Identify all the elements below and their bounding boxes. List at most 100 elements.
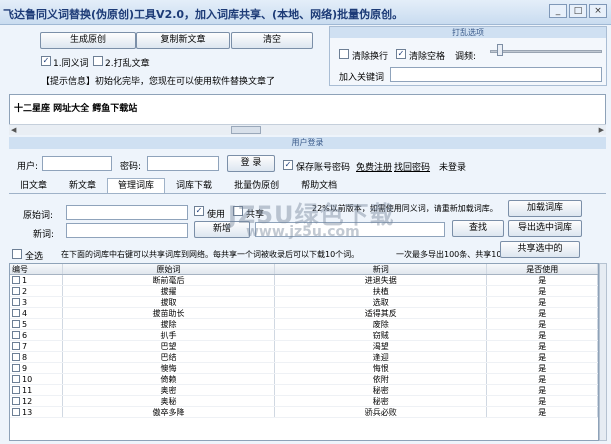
row-id-cell: 10	[10, 374, 63, 384]
table-row[interactable]: 9 懊悔 悔恨是	[10, 363, 598, 374]
user-label: 用户:	[17, 162, 39, 172]
row-new-word: 扶植	[275, 286, 488, 296]
row-checkbox[interactable]	[12, 353, 20, 361]
scroll-left-icon[interactable]: ◀	[11, 126, 16, 134]
table-row[interactable]: 10 倚赖 依附是	[10, 374, 598, 385]
user-input[interactable]	[42, 156, 112, 171]
register-link[interactable]: 免费注册	[356, 160, 392, 173]
save-password-checkbox[interactable]: ✓	[283, 160, 293, 170]
row-id-cell: 6	[10, 330, 63, 340]
table-row[interactable]: 1 断前毫后 进退失据是	[10, 275, 598, 286]
row-original-word: 断前毫后	[63, 275, 276, 285]
table-row[interactable]: 8 巴结 逢迎是	[10, 352, 598, 363]
row-id-cell: 2	[10, 286, 63, 296]
table-row[interactable]: 3 拔取 选取是	[10, 297, 598, 308]
title-bar: 飞达鲁同义词替换(伪原创)工具V2.0，加入词库共享、(本地、网络)批量伪原创。…	[0, 0, 611, 25]
row-checkbox[interactable]	[12, 386, 20, 394]
synonym-checkbox[interactable]: ✓	[41, 56, 51, 66]
shuffle-checkbox[interactable]	[93, 56, 103, 66]
row-checkbox[interactable]	[12, 397, 20, 405]
col-original-header[interactable]: 原始词	[63, 264, 276, 274]
login-button[interactable]: 登 录	[227, 155, 275, 172]
row-id-cell: 8	[10, 352, 63, 362]
original-word-input[interactable]	[66, 205, 188, 220]
synonym-label: 1.同义词	[53, 59, 89, 69]
row-id: 2	[22, 287, 28, 296]
remove-space-label: 清除空格	[409, 52, 446, 62]
horizontal-scrollbar[interactable]: ◀ ▶	[9, 124, 606, 135]
row-checkbox[interactable]	[12, 331, 20, 339]
info-text: 【提示信息】初始化完毕，您现在可以使用软件替换文章了	[41, 77, 276, 87]
table-row[interactable]: 13 傲卒多降 骄兵必败是	[10, 407, 598, 418]
row-id: 5	[22, 320, 28, 329]
vertical-scrollbar[interactable]	[599, 263, 607, 441]
row-new-word: 选取	[275, 297, 488, 307]
row-checkbox[interactable]	[12, 342, 20, 350]
table-row[interactable]: 12 奥秘 秘密是	[10, 396, 598, 407]
row-checkbox[interactable]	[12, 375, 20, 383]
remove-newline-checkbox[interactable]	[339, 49, 349, 59]
copy-article-button[interactable]: 复制新文章	[136, 32, 230, 49]
row-original-word: 拔苗助长	[63, 308, 276, 318]
find-button[interactable]: 查找	[452, 220, 504, 237]
export-selected-button[interactable]: 导出选中词库	[508, 220, 582, 237]
share-selected-button[interactable]: 共享选中的	[500, 241, 580, 258]
row-original-word: 傲卒多降	[63, 407, 276, 417]
row-checkbox[interactable]	[12, 287, 20, 295]
minimize-button[interactable]: _	[549, 4, 567, 18]
col-used-header[interactable]: 是否使用	[487, 264, 598, 274]
frequency-slider-thumb[interactable]	[497, 44, 503, 56]
row-id: 11	[22, 386, 33, 395]
tab-manage-library[interactable]: 管理词库	[107, 178, 166, 193]
row-used: 是	[487, 396, 598, 406]
row-used: 是	[487, 374, 598, 384]
shuffle-label: 2.打乱文章	[105, 59, 150, 69]
row-checkbox[interactable]	[12, 298, 20, 306]
row-id: 12	[22, 397, 33, 406]
scroll-right-icon[interactable]: ▶	[599, 126, 604, 134]
table-row[interactable]: 4 拔苗助长 适得其反是	[10, 308, 598, 319]
row-new-word: 悔恨	[275, 363, 488, 373]
row-used: 是	[487, 352, 598, 362]
col-new-header[interactable]: 新词	[275, 264, 488, 274]
remove-newline-label: 清除换行	[352, 52, 389, 62]
tab-batch-rewrite[interactable]: 批量伪原创	[223, 178, 290, 193]
tab-old-article[interactable]: 旧文章	[9, 178, 58, 193]
new-word-input[interactable]	[66, 223, 188, 238]
load-library-button[interactable]: 加载词库	[508, 200, 582, 217]
remove-space-checkbox[interactable]: ✓	[396, 49, 406, 59]
table-row[interactable]: 7 巴望 渴望是	[10, 341, 598, 352]
table-row[interactable]: 6 扒手 窃贼是	[10, 330, 598, 341]
use-checkbox[interactable]: ✓	[194, 206, 204, 216]
password-input[interactable]	[147, 156, 219, 171]
maximize-button[interactable]: □	[569, 4, 587, 18]
row-new-word: 秘密	[275, 396, 488, 406]
row-checkbox[interactable]	[12, 320, 20, 328]
row-used: 是	[487, 363, 598, 373]
tab-help[interactable]: 帮助文档	[290, 178, 348, 193]
password-label: 密码:	[120, 162, 142, 172]
use-label: 使用	[207, 210, 226, 220]
tab-new-article[interactable]: 新文章	[58, 178, 107, 193]
row-new-word: 秘密	[275, 385, 488, 395]
row-new-word: 废除	[275, 319, 488, 329]
row-used: 是	[487, 407, 598, 417]
table-row[interactable]: 11 奥密 秘密是	[10, 385, 598, 396]
row-checkbox[interactable]	[12, 364, 20, 372]
close-button[interactable]: ×	[589, 4, 607, 18]
table-row[interactable]: 2 拔擢 扶植是	[10, 286, 598, 297]
col-id-header[interactable]: 编号	[10, 264, 63, 274]
keyword-input[interactable]	[390, 67, 602, 82]
select-all-checkbox[interactable]	[12, 249, 22, 259]
recover-password-link[interactable]: 找回密码	[394, 160, 430, 173]
row-checkbox[interactable]	[12, 408, 20, 416]
tab-library-download[interactable]: 词库下载	[165, 178, 223, 193]
scrollbar-thumb[interactable]	[231, 126, 261, 134]
row-checkbox[interactable]	[12, 309, 20, 317]
row-new-word: 渴望	[275, 341, 488, 351]
clear-button[interactable]: 清空	[231, 32, 313, 49]
row-checkbox[interactable]	[12, 276, 20, 284]
table-row[interactable]: 5 拔除 废除是	[10, 319, 598, 330]
row-original-word: 倚赖	[63, 374, 276, 384]
generate-button[interactable]: 生成原创	[40, 32, 136, 49]
